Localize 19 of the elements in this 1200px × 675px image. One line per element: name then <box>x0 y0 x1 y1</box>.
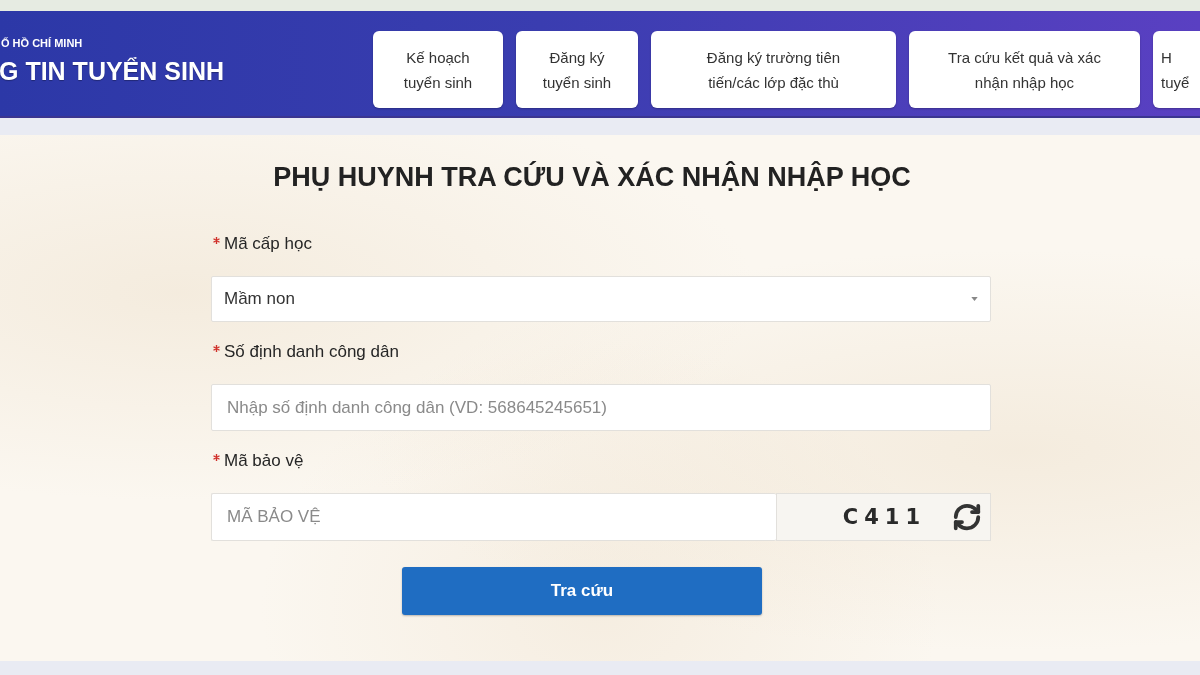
nav-button[interactable]: Kế hoạch tuyển sinh <box>373 31 503 108</box>
search-button[interactable]: Tra cứu <box>402 567 762 615</box>
site-title: G TIN TUYỂN SINH <box>0 56 224 86</box>
page-title: PHỤ HUYNH TRA CỨU VÀ XÁC NHẬN NHẬP HỌC <box>273 162 911 193</box>
nav-button[interactable]: Đăng ký tuyển sinh <box>516 31 638 108</box>
captcha-field[interactable]: MÃ BẢO VỆ <box>211 493 776 541</box>
field-label: Mã cấp học <box>224 234 312 254</box>
level-select[interactable]: Mầm non <box>211 276 991 322</box>
nav-button[interactable]: Tra cứu kết quả và xác nhận nhập học <box>909 31 1140 108</box>
field-label: Số định danh công dân <box>224 342 399 362</box>
id-number-field[interactable]: Nhập số định danh công dân (VD: 568645245651) <box>211 384 991 431</box>
nav-button[interactable]: H tuyể <box>1153 31 1200 108</box>
nav-button[interactable]: Đăng ký trường tiên tiến/các lớp đặc thù <box>651 31 896 108</box>
refresh-icon[interactable] <box>952 502 982 532</box>
field-label: Mã bảo vệ <box>224 451 304 471</box>
site-subtitle: Ố HỒ CHÍ MINH <box>1 36 83 50</box>
select-value: Mầm non <box>224 289 295 309</box>
caret-icon <box>971 297 978 301</box>
captcha-text: C411 <box>842 505 926 529</box>
